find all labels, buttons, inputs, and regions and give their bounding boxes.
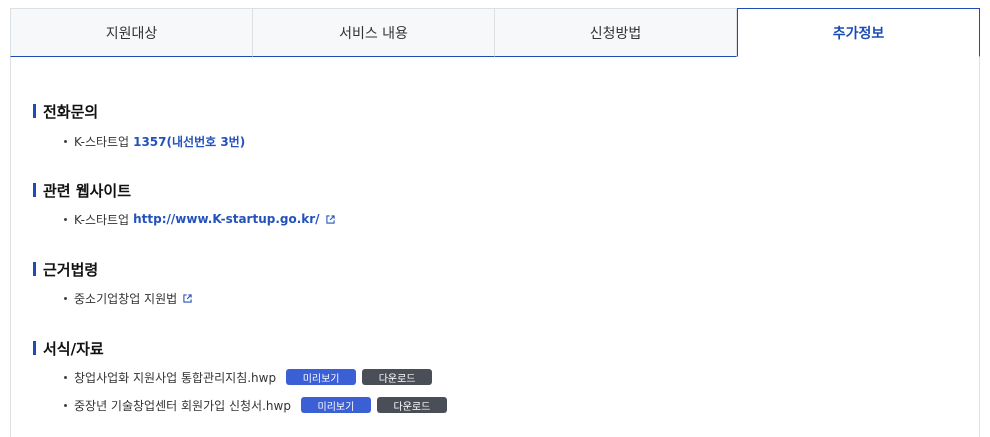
external-link-icon[interactable]: [325, 214, 335, 224]
website-link[interactable]: http://www.K-startup.go.kr/: [133, 212, 319, 226]
tab-bar: 지원대상 서비스 내용 신청방법 추가정보: [10, 8, 980, 57]
item-label: K-스타트업: [74, 134, 130, 149]
phone-number: 1357(내선번호 3번): [133, 134, 246, 149]
bullet: [64, 403, 67, 407]
section-title-text: 서식/자료: [43, 339, 104, 358]
file-item: 창업사업화 지원사업 통합관리지침.hwp 미리보기 다운로드: [64, 368, 433, 386]
section-marker: [33, 183, 36, 197]
list-item-website: K-스타트업 http://www.K-startup.go.kr/: [64, 210, 335, 228]
section-title-website: 관련 웹사이트: [33, 181, 132, 200]
bullet: [64, 139, 67, 143]
file-item: 중장년 기술창업센터 회원가입 신청서.hwp 미리보기 다운로드: [64, 396, 447, 414]
preview-button[interactable]: 미리보기: [286, 369, 357, 385]
section-title-forms: 서식/자료: [33, 339, 104, 358]
section-title-text: 전화문의: [43, 102, 99, 121]
bullet: [64, 217, 67, 221]
tab-service-content[interactable]: 서비스 내용: [253, 8, 495, 57]
file-name: 창업사업화 지원사업 통합관리지침.hwp: [74, 370, 277, 385]
section-marker: [33, 104, 36, 118]
section-title-phone: 전화문의: [33, 102, 99, 121]
tab-additional-info[interactable]: 추가정보: [737, 8, 980, 57]
list-item-law: 중소기업창업 지원법: [64, 289, 192, 307]
section-title-text: 관련 웹사이트: [43, 181, 132, 200]
download-button[interactable]: 다운로드: [376, 397, 447, 413]
list-item-phone: K-스타트업 1357(내선번호 3번): [64, 132, 245, 150]
section-marker: [33, 262, 36, 276]
section-title-text: 근거법령: [43, 260, 99, 279]
section-title-law: 근거법령: [33, 260, 99, 279]
download-button[interactable]: 다운로드: [362, 369, 433, 385]
external-link-icon[interactable]: [183, 293, 192, 303]
tab-application-method[interactable]: 신청방법: [495, 8, 737, 57]
bullet: [64, 375, 67, 379]
law-link[interactable]: 중소기업창업 지원법: [74, 290, 177, 307]
item-label: K-스타트업: [74, 212, 130, 227]
tab-eligibility[interactable]: 지원대상: [10, 8, 253, 57]
preview-button[interactable]: 미리보기: [300, 397, 371, 413]
section-marker: [33, 341, 36, 355]
file-name: 중장년 기술창업센터 회원가입 신청서.hwp: [74, 398, 291, 413]
bullet: [64, 296, 67, 300]
